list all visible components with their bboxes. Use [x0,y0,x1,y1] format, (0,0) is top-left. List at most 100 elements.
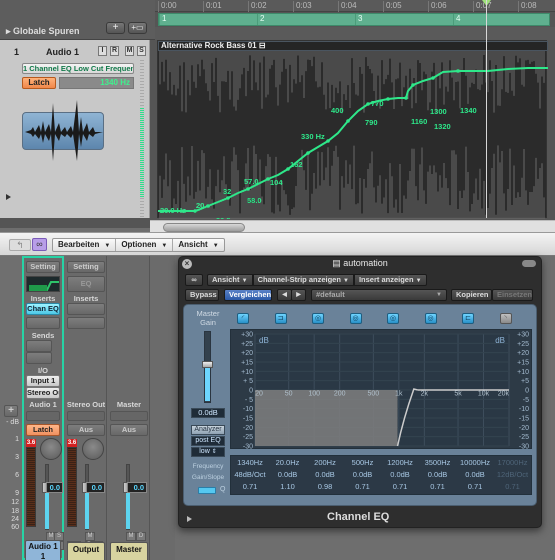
automation-node[interactable] [206,204,210,208]
dim-button[interactable]: D [136,532,146,541]
region-header[interactable]: Alternative Rock Bass 01 ⊟ [158,41,548,51]
playhead[interactable] [486,0,487,218]
marker-ruler[interactable] [155,27,555,40]
fader-value[interactable]: 0.0 [46,482,63,493]
horizontal-scrollbar[interactable] [150,220,555,232]
fader-value[interactable]: 0.0 [127,482,147,493]
send-slot[interactable] [26,340,52,352]
band-1-q[interactable]: 0.71 [231,482,269,491]
band-toggle-8[interactable]: ◝ [499,313,512,324]
band-5-freq[interactable]: 1200Hz [381,458,419,467]
band-toggle-2[interactable]: ⊐ [274,313,287,324]
track-name[interactable]: Audio 1 [46,47,79,57]
mute-button[interactable]: M [125,46,134,56]
track-lane[interactable]: Alternative Rock Bass 01 ⊟ 20.0 Hz 20 30.5… [157,40,548,219]
peak-indicator[interactable]: 3.6 [67,439,77,447]
automation-node[interactable] [326,139,330,143]
automation-node[interactable] [386,97,390,101]
menu-bearbeiten[interactable]: Bearbeiten ▼ [53,239,117,251]
channel-name-master[interactable]: Master [110,542,148,560]
record-enable-button[interactable]: R [110,46,119,56]
band-2-q[interactable]: 1.10 [269,482,307,491]
pan-knob[interactable] [40,438,62,460]
band-7-freq[interactable]: 10000Hz [456,458,494,467]
band-toggle-3[interactable]: ◎ [312,313,324,324]
eq-graph[interactable]: +30 +25 +20 +15 +10 + 5 0 - 5 -10 -15 -20 -25 -30 +30… [230,329,532,450]
analyzer-resolution-selector[interactable]: low ⇕ [191,447,225,457]
group-slot[interactable] [26,411,60,421]
band-toggle-4[interactable]: ◎ [349,313,362,324]
insert-slot-chan-eq[interactable]: Chan EQ [26,303,60,315]
preset-selector[interactable]: #default ▼ [311,289,447,301]
add-folder-button[interactable]: +▭ [128,22,147,34]
channel-name-audio-1[interactable]: Audio 1 1 [25,540,61,560]
channel-strip-master[interactable]: Master Aus 0.0 M D [108,256,150,560]
band-4-freq[interactable]: 500Hz [344,458,382,467]
band-2-freq[interactable]: 20.0Hz [269,458,307,467]
insert-slot-empty[interactable] [67,303,105,315]
mute-button[interactable]: M [85,532,95,541]
band-4-q[interactable]: 0.71 [344,482,382,491]
menu-channel-strip[interactable]: Channel-Strip anzeigen ▼ [252,274,354,286]
automation-lane[interactable]: 20.0 Hz 20 30.5 32 58.0 57.0 104 162 330 Hz 400 79… [158,51,548,219]
band-toggle-5[interactable]: ◎ [387,313,399,324]
disclosure-triangle-icon[interactable] [187,516,192,522]
link-button[interactable]: ∞ [32,238,47,251]
insert-slot-empty[interactable] [26,317,60,329]
band-6-freq[interactable]: 3500Hz [419,458,457,467]
automation-node[interactable] [306,151,310,155]
q-couple-button[interactable] [198,487,216,494]
band-7-gain[interactable]: 0.0dB [456,470,494,479]
send-slot[interactable] [26,352,52,364]
band-5-q[interactable]: 0.71 [381,482,419,491]
time-ruler[interactable]: 0:00 0:01 0:02 0:03 0:04 0:05 0:06 0:07 0:08 [155,0,555,12]
back-button[interactable]: ↰ [9,239,31,251]
track-header[interactable]: 1 Audio 1 I R M S 1 Channel EQ Low Cut F… [0,40,150,218]
analyzer-button[interactable]: Analyzer [191,425,225,435]
band-5-gain[interactable]: 0.0dB [381,470,419,479]
channel-name-output[interactable]: Output [67,542,105,560]
master-gain-value[interactable]: 0.0dB [191,408,225,418]
automation-node[interactable] [411,83,415,87]
group-slot[interactable] [110,411,148,421]
channel-strip-audio-1[interactable]: Setting Inserts Chan EQ Sends I/O Input … [22,256,64,560]
band-8-freq[interactable]: 17000Hz [494,458,532,467]
automation-mode-button[interactable]: Latch [22,77,56,89]
analyzer-mode-selector[interactable]: post EQ [191,436,225,446]
band-3-freq[interactable]: 200Hz [306,458,344,467]
cycle-region[interactable]: 1 2 3 4 [158,13,550,26]
band-4-gain[interactable]: 0.0dB [344,470,382,479]
menu-ansicht[interactable]: Ansicht ▼ [207,274,253,286]
input-slot[interactable]: Input 1 [26,375,60,387]
automation-node[interactable] [226,196,230,200]
copy-button[interactable]: Kopieren [451,289,492,301]
eq-thumbnail[interactable]: EQ [67,276,105,292]
band-6-gain[interactable]: 0.0dB [419,470,457,479]
channel-strip-output[interactable]: Setting EQ Inserts Stereo Out Aus 3.6 0.… [65,256,107,560]
group-slot[interactable] [67,411,105,421]
automation-mode-button[interactable]: Latch [26,424,60,436]
next-preset-button[interactable]: ▶ [291,289,306,301]
automation-mode-button[interactable]: Aus [110,424,148,436]
global-tracks-toggle[interactable]: ▸ Globale Spuren [6,26,80,37]
automation-node[interactable] [456,69,460,73]
band-1-freq[interactable]: 1340Hz [231,458,269,467]
band-toggle-1[interactable]: ◜ [237,313,249,324]
add-channel-button[interactable]: + [4,405,18,417]
band-2-gain[interactable]: 0.0dB [269,470,307,479]
master-gain-handle[interactable] [202,361,213,368]
band-8-q[interactable]: 0.71 [494,482,532,491]
band-8-gain[interactable]: 12dB/Oct [494,470,532,479]
band-6-q[interactable]: 0.71 [419,482,457,491]
compare-button[interactable]: Vergleichen [224,289,272,301]
bypass-button[interactable]: Bypass [185,289,219,301]
peak-indicator[interactable]: 3.6 [26,439,36,447]
automation-parameter-selector[interactable]: 1 Channel EQ Low Cut Frequency [22,63,134,74]
menu-optionen[interactable]: Optionen ▼ [116,239,174,251]
band-3-q[interactable]: 0.98 [306,482,344,491]
input-monitor-button[interactable]: I [98,46,107,56]
automation-node[interactable] [431,76,435,80]
link-button[interactable]: ∞ [185,274,203,286]
output-slot[interactable]: Stereo Out [26,387,60,399]
eq-thumbnail[interactable] [26,276,60,292]
